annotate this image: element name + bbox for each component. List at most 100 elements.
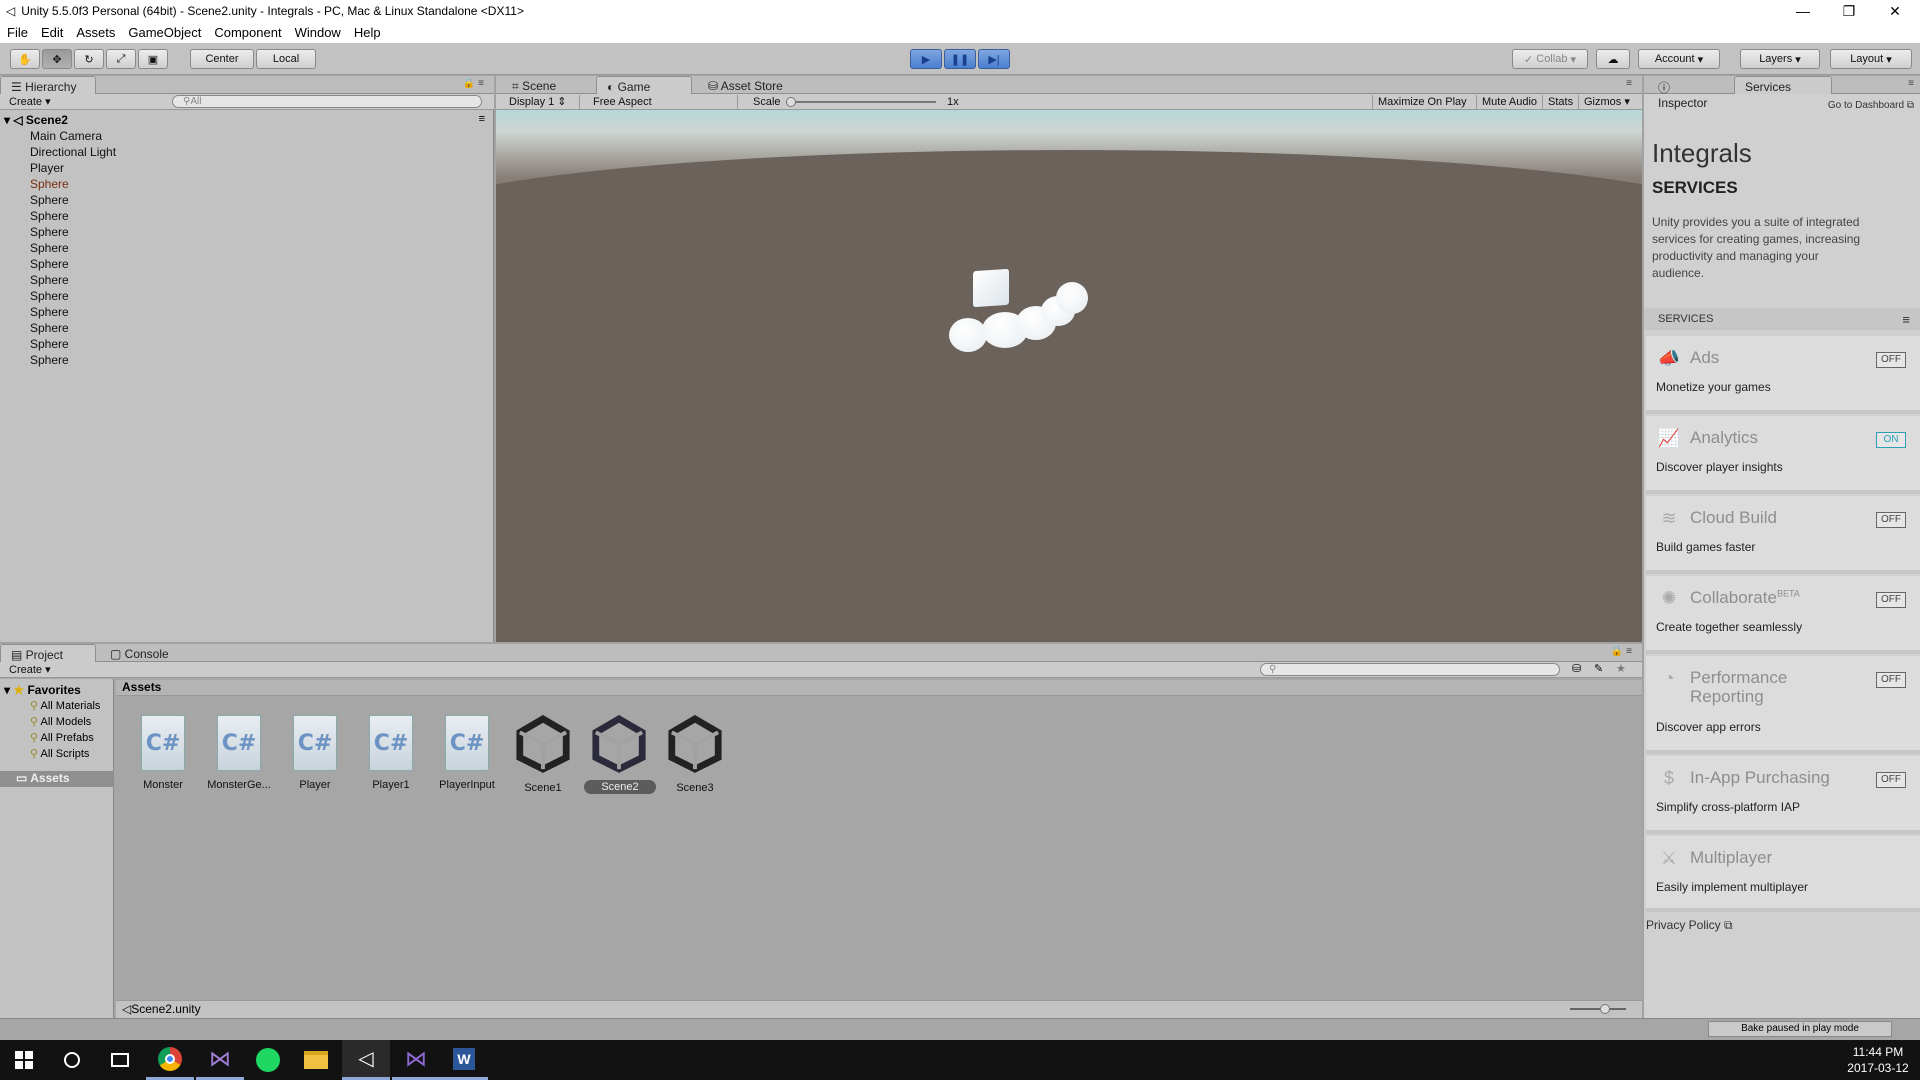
breadcrumb[interactable]: Assets xyxy=(116,680,1642,696)
game-viewport[interactable] xyxy=(496,110,1642,642)
icon-size-thumb[interactable] xyxy=(1600,1004,1610,1014)
panel-menu-icon[interactable]: 🔒 ≡ xyxy=(463,78,484,89)
filter-label-icon[interactable]: ✎ xyxy=(1594,662,1603,675)
service-toggle[interactable]: OFF xyxy=(1876,772,1906,788)
rect-tool-icon[interactable]: ▣ xyxy=(138,49,168,69)
minimize-button[interactable]: — xyxy=(1780,0,1826,22)
hierarchy-item[interactable]: Sphere xyxy=(30,225,69,241)
step-button[interactable]: ▶| xyxy=(978,49,1010,69)
menu-edit[interactable]: Edit xyxy=(41,25,63,40)
maximize-on-play-toggle[interactable]: Maximize On Play xyxy=(1372,95,1472,109)
scene-root[interactable]: ▾ ◁ Scene2 xyxy=(4,113,68,127)
hierarchy-item[interactable]: Sphere xyxy=(30,209,69,225)
menu-component[interactable]: Component xyxy=(214,25,281,40)
menu-assets[interactable]: Assets xyxy=(76,25,115,40)
hierarchy-item[interactable]: Sphere xyxy=(30,177,69,193)
filter-type-icon[interactable]: ⛁ xyxy=(1572,662,1581,675)
tab-hierarchy[interactable]: ☰ Hierarchy xyxy=(0,76,96,94)
scale-slider-thumb[interactable] xyxy=(786,97,796,107)
favorite-item[interactable]: ⚲ All Materials xyxy=(30,699,100,712)
service-card-ads[interactable]: 📣 Ads OFF Monetize your games xyxy=(1646,336,1920,414)
tab-asset-store[interactable]: ⛁ Asset Store xyxy=(698,76,808,94)
project-create-button[interactable]: Create ▾ xyxy=(4,663,56,677)
icon-size-slider[interactable] xyxy=(1570,1004,1626,1014)
asset-item[interactable]: Scene3 xyxy=(660,714,730,794)
favorites-node[interactable]: ▾ ★ Favorites xyxy=(4,683,81,697)
task-view-icon[interactable] xyxy=(96,1040,144,1080)
hierarchy-item[interactable]: Sphere xyxy=(30,273,69,289)
favorite-item[interactable]: ⚲ All Prefabs xyxy=(30,731,94,744)
menu-window[interactable]: Window xyxy=(295,25,341,40)
asset-item-selected[interactable]: Scene2 xyxy=(584,714,656,794)
go-to-dashboard-link[interactable]: Go to Dashboard ⧉ xyxy=(1828,100,1914,111)
favorite-item[interactable]: ⚲ All Scripts xyxy=(30,747,89,760)
hierarchy-search-input[interactable]: ⚲All xyxy=(172,95,482,108)
pivot-local-button[interactable]: Local xyxy=(256,49,316,69)
windows-start-icon[interactable] xyxy=(0,1040,48,1080)
panel-menu-icon[interactable]: 🔒 ≡ xyxy=(1611,646,1632,657)
service-toggle[interactable]: OFF xyxy=(1876,512,1906,528)
tab-inspector[interactable]: ⓘ Inspector xyxy=(1648,76,1728,110)
scene-menu-icon[interactable]: ≡ xyxy=(479,113,485,125)
spotify-icon[interactable] xyxy=(244,1040,292,1080)
play-button[interactable]: ▶ xyxy=(910,49,942,69)
privacy-policy-link[interactable]: Privacy Policy ⧉ xyxy=(1646,918,1733,933)
stats-toggle[interactable]: Stats xyxy=(1542,95,1578,109)
tab-services[interactable]: Services xyxy=(1734,76,1832,94)
service-card-analytics[interactable]: 📈 Analytics ON Discover player insights xyxy=(1646,416,1920,494)
hierarchy-item[interactable]: Sphere xyxy=(30,337,69,353)
hand-tool-icon[interactable]: ✋ xyxy=(10,49,40,69)
cortana-search-icon[interactable] xyxy=(48,1040,96,1080)
hierarchy-item[interactable]: Sphere xyxy=(30,305,69,321)
assets-root-node[interactable]: ▭ Assets xyxy=(0,771,114,787)
service-card-cloud-build[interactable]: ≋ Cloud Build OFF Build games faster xyxy=(1646,496,1920,574)
panel-menu-icon[interactable]: ≡ xyxy=(1908,78,1914,89)
hierarchy-item[interactable]: Player xyxy=(30,161,64,177)
favorite-item[interactable]: ⚲ All Models xyxy=(30,715,91,728)
tab-game[interactable]: ◐ Game xyxy=(596,76,692,94)
hierarchy-item[interactable]: Directional Light xyxy=(30,145,116,161)
tab-project[interactable]: ▤ Project xyxy=(0,644,96,662)
menu-help[interactable]: Help xyxy=(354,25,381,40)
maximize-button[interactable]: ❐ xyxy=(1826,0,1872,22)
close-button[interactable]: ✕ xyxy=(1872,0,1918,22)
layers-dropdown[interactable]: Layers ▾ xyxy=(1740,49,1820,69)
hierarchy-item[interactable]: Sphere xyxy=(30,353,69,369)
asset-item[interactable]: Scene1 xyxy=(508,714,578,794)
account-dropdown[interactable]: Account ▾ xyxy=(1638,49,1720,69)
service-card-collaborate[interactable]: ✺ CollaborateBETA OFF Create together se… xyxy=(1646,576,1920,654)
service-card-iap[interactable]: $ In-App Purchasing OFF Simplify cross-p… xyxy=(1646,756,1920,834)
service-toggle[interactable]: OFF xyxy=(1876,672,1906,688)
service-toggle[interactable]: OFF xyxy=(1876,352,1906,368)
hierarchy-item[interactable]: Main Camera xyxy=(30,129,102,145)
tab-scene[interactable]: ⌗ Scene xyxy=(502,76,590,94)
visual-studio-icon[interactable]: ⋈ xyxy=(196,1040,244,1080)
chrome-icon[interactable] xyxy=(146,1040,194,1080)
scale-tool-icon[interactable]: ⤢ xyxy=(106,49,136,69)
layout-dropdown[interactable]: Layout ▾ xyxy=(1830,49,1912,69)
word-icon[interactable]: W xyxy=(440,1040,488,1080)
scale-slider[interactable] xyxy=(786,97,936,107)
services-menu-icon[interactable]: ≡ xyxy=(1902,312,1910,327)
cloud-icon[interactable]: ☁ xyxy=(1596,49,1630,69)
asset-item[interactable]: C# PlayerInput xyxy=(432,715,502,791)
panel-menu-icon[interactable]: ≡ xyxy=(1626,78,1632,89)
menu-file[interactable]: File xyxy=(7,25,28,40)
hierarchy-create-button[interactable]: Create ▾ xyxy=(4,95,56,109)
pause-button[interactable]: ❚❚ xyxy=(944,49,976,69)
display-dropdown[interactable]: Display 1 ⇕ xyxy=(504,95,580,109)
tab-console[interactable]: ▢ Console xyxy=(100,644,190,662)
file-explorer-icon[interactable] xyxy=(292,1040,340,1080)
favorite-star-icon[interactable]: ★ xyxy=(1616,662,1626,675)
asset-item[interactable]: C# MonsterGe... xyxy=(204,715,274,791)
pivot-center-button[interactable]: Center xyxy=(190,49,254,69)
service-toggle[interactable]: OFF xyxy=(1876,592,1906,608)
collab-button[interactable]: ✓ Collab ▾ xyxy=(1512,49,1588,69)
rotate-tool-icon[interactable]: ↻ xyxy=(74,49,104,69)
service-card-performance-reporting[interactable]: ◔ Performance Reporting OFF Discover app… xyxy=(1646,656,1920,754)
visual-studio-2-icon[interactable]: ⋈ xyxy=(392,1040,440,1080)
service-toggle[interactable]: ON xyxy=(1876,432,1906,448)
service-card-multiplayer[interactable]: ⚔ Multiplayer Easily implement multiplay… xyxy=(1646,836,1920,912)
system-clock[interactable]: 11:44 PM 2017-03-12 xyxy=(1840,1044,1916,1076)
asset-item[interactable]: C# Player xyxy=(280,715,350,791)
